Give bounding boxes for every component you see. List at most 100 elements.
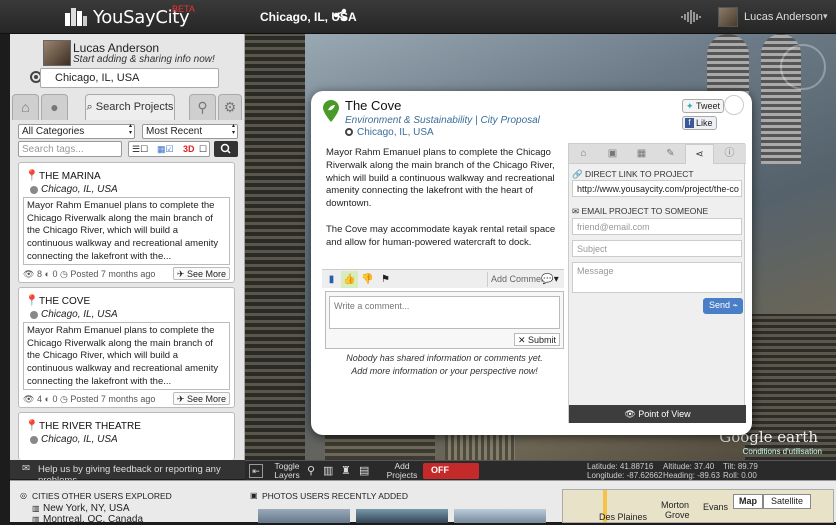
user-menu-name[interactable]: Lucas Anderson (744, 11, 823, 23)
city-link[interactable]: New York, NY, USA (43, 503, 130, 514)
share-icon[interactable]: ⋖ (685, 144, 714, 164)
activity-wave-icon[interactable] (680, 10, 704, 24)
like-label: Like (696, 118, 713, 128)
thumbs-up-icon[interactable]: 👍 (341, 271, 358, 288)
top-bar: YouSayCity BETA Chicago, IL, USA Lucas A… (0, 0, 836, 34)
submit-comment-button[interactable]: ✕ Submit (513, 333, 560, 346)
sidebar-tabs: ⌂ ● ⌕ Search Projects ⚲ ⚙ (12, 94, 242, 120)
grid-view-icon[interactable]: ▦☑ (157, 144, 174, 155)
pin-layer-icon[interactable]: ⚲ (307, 464, 315, 477)
sort-select[interactable]: Most Recent (142, 123, 238, 139)
tags-search-input[interactable]: Search tags... (18, 141, 122, 157)
image-icon[interactable]: ▣ (598, 144, 627, 164)
chevron-down-icon[interactable]: ▾ (823, 11, 828, 22)
see-more-label: See More (186, 394, 226, 404)
project-card[interactable]: 📍 THE COVE Chicago, IL, USA Mayor Rahm E… (18, 287, 235, 408)
subject-field[interactable]: Subject (572, 240, 742, 257)
location-input[interactable]: Chicago, IL, USA (40, 68, 219, 88)
globe-icon: ◎ (20, 491, 27, 500)
map-place-label: Evans (703, 502, 729, 512)
direct-link-field[interactable]: http://www.yousaycity.com/project/the-co (572, 180, 742, 197)
tweet-button[interactable]: ✦ Tweet (682, 99, 724, 113)
message-field[interactable]: Message (572, 262, 742, 293)
project-title[interactable]: THE MARINA (39, 171, 101, 182)
monument-layer-icon[interactable]: ♜ (341, 464, 351, 477)
building (245, 34, 305, 460)
home-icon[interactable]: ⌂ (569, 144, 598, 164)
compass-icon[interactable] (780, 44, 826, 90)
checkbox-3d-icon[interactable]: ☐ (199, 144, 207, 155)
link-icon-row: 🔗 DIRECT LINK TO PROJECT (572, 169, 694, 180)
edit-icon[interactable]: ✎ (656, 144, 685, 164)
bookmark-icon[interactable]: ▮ (323, 271, 340, 288)
tab-settings[interactable]: ⚙ (218, 94, 242, 120)
city-icon: ▥ (32, 504, 40, 513)
photo-thumbnail[interactable] (454, 509, 546, 523)
avatar[interactable] (43, 40, 71, 66)
tab-user[interactable]: ● (41, 94, 68, 120)
city-logo-icon[interactable] (64, 5, 88, 27)
popup-location[interactable]: Chicago, IL, USA (357, 127, 434, 138)
category-select[interactable]: All Categories (18, 123, 135, 139)
city-link[interactable]: Montreal, QC, Canada (43, 514, 143, 525)
collapse-icon[interactable]: ⇤ (249, 464, 263, 478)
grid-layer-icon[interactable]: ▤ (359, 464, 369, 477)
add-projects-label[interactable]: Add Projects (383, 462, 421, 480)
email-field[interactable]: friend@email.com (572, 218, 742, 235)
vote-bar: ▮ 👍 👎 ⚑ Add Comment 💬▾ (322, 269, 564, 288)
photos-title: PHOTOS USERS RECENTLY ADDED (262, 491, 408, 501)
mini-map[interactable]: Morton Grove Evans Des Plaines Map Satel… (562, 489, 834, 523)
calendar-icon[interactable]: ▦ (627, 144, 656, 164)
search-button[interactable] (214, 141, 238, 157)
see-more-button[interactable]: ✈ See More (172, 392, 230, 405)
photo-thumbnail[interactable] (356, 509, 448, 523)
see-more-button[interactable]: ✈ See More (172, 267, 230, 280)
user-avatar[interactable] (718, 7, 738, 27)
submit-label: Submit (527, 335, 556, 345)
empty-line: Nobody has shared information or comment… (346, 353, 543, 363)
info-icon[interactable]: ⓘ (715, 144, 744, 164)
feedback-bar[interactable]: ✉ Help us by giving feedback or reportin… (10, 460, 245, 486)
project-card[interactable]: 📍 THE RIVER THEATRE Chicago, IL, USA (18, 412, 235, 460)
flag-icon[interactable]: ⚑ (377, 271, 394, 288)
building-layer-icon[interactable]: ▥ (323, 464, 333, 477)
satellite-type-button[interactable]: Satellite (763, 494, 811, 509)
tab-home[interactable]: ⌂ (12, 94, 39, 120)
toggle-layers-label[interactable]: Toggle Layers (273, 462, 301, 480)
location-dot-icon (30, 436, 38, 444)
comments-dropdown-icon[interactable]: 💬▾ (537, 271, 563, 288)
tab-pin[interactable]: ⚲ (189, 94, 216, 120)
project-meta: 👁 8 ◐ 0 ◷ Posted 7 months ago (23, 269, 155, 280)
close-button[interactable] (724, 95, 744, 115)
posted-time: Posted 7 months ago (70, 269, 156, 279)
photo-thumbnail[interactable] (258, 509, 350, 523)
add-projects-toggle[interactable]: OFF (423, 463, 479, 479)
comment-textarea[interactable]: Write a comment... (329, 296, 560, 329)
list-view-icon[interactable]: ☰☐ (132, 144, 148, 155)
clock-icon: ◷ (59, 394, 68, 404)
view-count: 4 (36, 394, 42, 404)
popup-category[interactable]: Environment & Sustainability | City Prop… (345, 115, 540, 126)
map-toolbar: ⇤ Toggle Layers ⚲ ▥ ♜ ▤ Add Projects OFF… (245, 460, 836, 480)
map-type-button[interactable]: Map (733, 494, 763, 509)
project-title[interactable]: THE RIVER THEATRE (39, 421, 141, 432)
project-card[interactable]: 📍 THE MARINA Chicago, IL, USA Mayor Rahm… (18, 162, 235, 283)
project-title[interactable]: THE COVE (39, 296, 90, 307)
send-button[interactable]: Send ⌁ (703, 298, 743, 314)
share-icon[interactable] (333, 8, 347, 22)
view-toggles[interactable]: ☰☐ ▦☑ 3D ☐ (128, 141, 210, 157)
like-button[interactable]: f Like (682, 116, 717, 130)
point-of-view-button[interactable]: 👁 Point of View (569, 405, 746, 423)
tab-search-projects[interactable]: ⌕ Search Projects (85, 94, 175, 120)
clock-icon: ◷ (59, 269, 68, 279)
heading-readout: Heading: -89.63 (663, 471, 720, 480)
email-project-label: EMAIL PROJECT TO SOMEONE (581, 206, 709, 216)
latitude-readout: Latitude: 41.88716 (587, 462, 654, 471)
close-icon: ✕ (517, 335, 528, 345)
tab-search-projects-label: Search Projects (95, 101, 174, 113)
toggle-3d-label[interactable]: 3D (183, 144, 195, 154)
thumbs-down-icon[interactable]: 👎 (359, 271, 376, 288)
direct-link-label: DIRECT LINK TO PROJECT (584, 169, 694, 179)
description-paragraph: Mayor Rahm Emanuel plans to complete the… (326, 147, 555, 210)
terms-link[interactable]: Conditions d'utilisation (743, 447, 822, 456)
